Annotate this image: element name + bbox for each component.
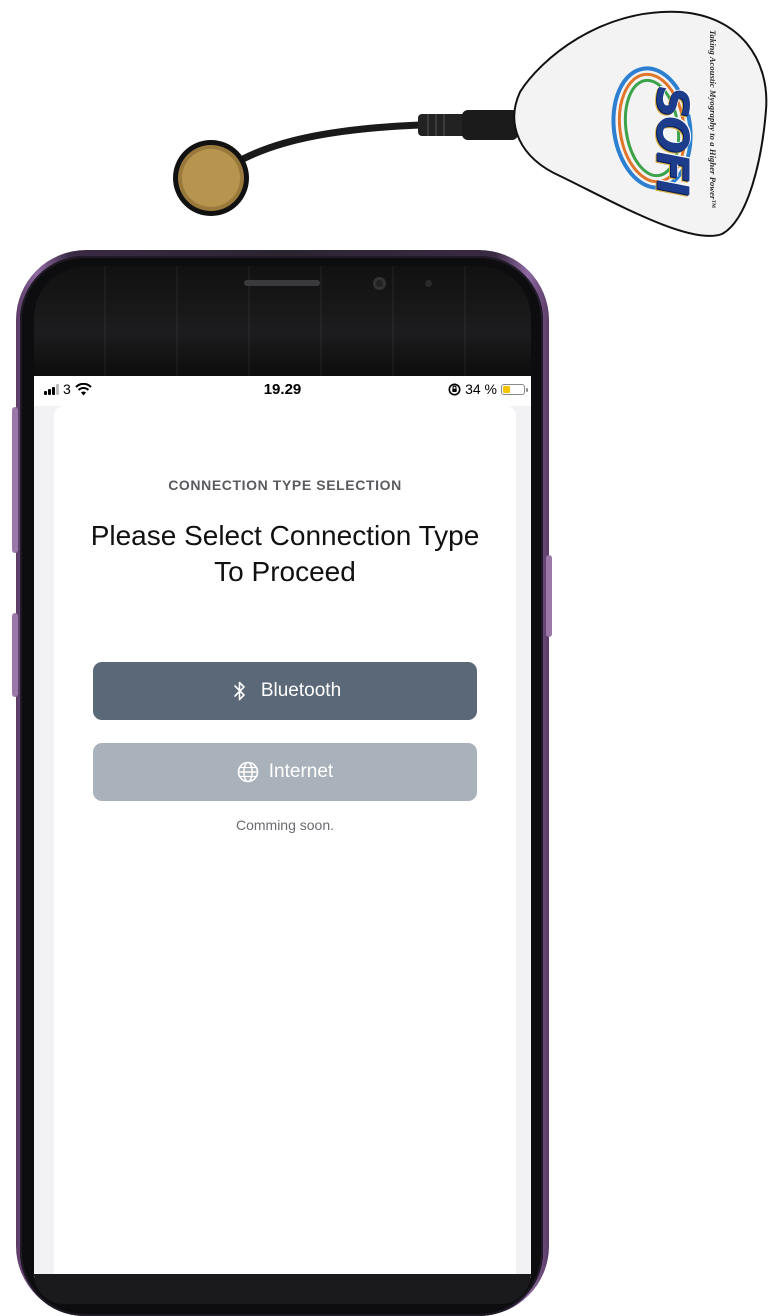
battery-percent: 34 % bbox=[465, 381, 497, 397]
volume-up-button bbox=[12, 407, 18, 553]
internet-button-label: Internet bbox=[268, 761, 334, 782]
bottom-bezel bbox=[34, 1274, 531, 1304]
section-eyebrow: CONNECTION TYPE SELECTION bbox=[168, 477, 402, 493]
globe-icon bbox=[237, 761, 259, 783]
status-right: 34 % bbox=[448, 381, 528, 397]
sofi-sensor-device: SOFI Taking Acoustic Myography to a High… bbox=[0, 0, 773, 250]
battery-level-fill bbox=[503, 385, 511, 393]
sofi-logo: SOFI bbox=[646, 86, 698, 194]
page-title-line-2: To Proceed bbox=[214, 556, 356, 587]
bluetooth-icon bbox=[229, 680, 251, 702]
earpiece-speaker bbox=[244, 280, 320, 286]
bluetooth-button[interactable]: Bluetooth bbox=[93, 662, 477, 720]
proximity-sensor bbox=[425, 280, 432, 287]
rotation-lock-icon bbox=[448, 383, 461, 395]
bluetooth-button-label: Bluetooth bbox=[260, 680, 342, 701]
front-camera bbox=[373, 277, 386, 290]
status-bar: 3 19.29 34 % bbox=[34, 376, 531, 406]
page-title: Please Select Connection Type To Proceed bbox=[64, 518, 506, 590]
internet-coming-soon-note: Comming soon. bbox=[235, 817, 335, 833]
page-title-line-1: Please Select Connection Type bbox=[90, 520, 480, 551]
bixby-button bbox=[12, 613, 18, 697]
battery-icon bbox=[501, 383, 528, 395]
power-button bbox=[546, 555, 552, 637]
internet-button[interactable]: Internet bbox=[93, 743, 477, 801]
device-tagline: Taking Acoustic Myography to a Higher Po… bbox=[708, 30, 718, 209]
